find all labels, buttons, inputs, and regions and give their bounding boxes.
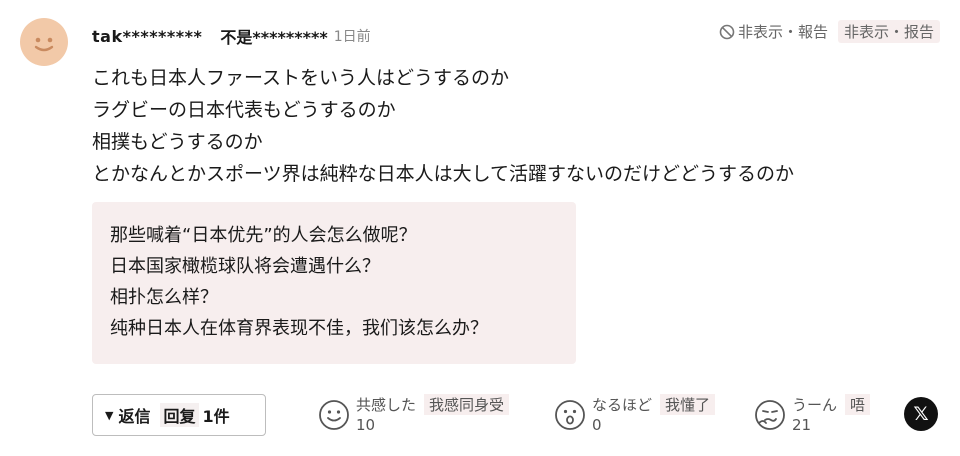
hide-report-link[interactable]: 非表示・報告 [719,21,828,42]
translation-box: 那些喊着“日本优先”的人会怎么做呢？ 日本国家橄榄球队将会遭遇什么？ 相扑怎么样… [92,202,576,364]
reaction-label: なるほど [592,396,653,414]
reaction-understand-button[interactable]: なるほど 我懂了 0 [554,394,716,436]
hide-report-translation: 非表示・报告 [837,20,940,43]
translation-line: 日本国家橄榄球队将会遭遇什么？ [110,256,380,277]
reaction-label: うーん [792,396,838,414]
timestamp: 1日前 [333,29,371,45]
reply-translation: 回复 [160,403,199,427]
reply-button[interactable]: ▼ 返信 回复 1件 [92,394,266,436]
reaction-translation: 我感同身受 [424,394,510,415]
translation-line: 那些喊着“日本优先”的人会怎么做呢？ [110,225,417,246]
block-icon [719,24,735,39]
comment-body-line: これも日本人ファーストをいう人はどうするのか [92,67,510,89]
thinking-icon [755,400,785,430]
comment-body-line: ラグビーの日本代表もどうするのか [92,99,396,121]
reaction-count: 10 [356,416,376,434]
username-translation: 不是********* [220,28,328,47]
comment-body-line: 相撲もどうするのか [92,131,263,153]
comment-header: tak********* 不是********* 1日前 [92,24,371,48]
avatar-face-icon [34,37,54,52]
reaction-count: 21 [792,416,812,434]
hide-report-label: 非表示・報告 [737,23,828,41]
x-logo-icon: 𝕏 [913,403,929,425]
smile-icon [319,400,349,430]
comment-card: tak********* 不是********* 1日前 非表示・報告 非表示・… [0,0,960,456]
username[interactable]: tak********* [92,27,202,46]
reaction-label: 共感した [356,396,417,414]
reaction-translation: 我懂了 [660,394,716,415]
comment-body-line: とかなんとかスポーツ界は純粋な日本人は大して活躍すないのだけどどうするのか [92,163,795,185]
avatar[interactable] [20,18,68,66]
surprised-icon [555,400,585,430]
comment-body: これも日本人ファーストをいう人はどうするのか ラグビーの日本代表もどうするのか … [92,62,794,190]
reaction-count: 0 [592,416,602,434]
comment-actions: 非表示・報告 非表示・报告 [719,20,940,43]
triangle-down-icon: ▼ [105,408,114,422]
share-x-button[interactable]: 𝕏 [904,397,938,431]
reply-count: 1件 [202,407,230,426]
reaction-empathy-button[interactable]: 共感した 我感同身受 10 [318,394,510,436]
translation-line: 纯种日本人在体育界表现不佳，我们该怎么办？ [110,318,488,339]
reply-label: 返信 [118,407,151,426]
reaction-hmm-button[interactable]: うーん 唔 21 [754,394,871,436]
reaction-translation: 唔 [845,394,871,415]
translation-line: 相扑怎么样？ [110,287,218,308]
